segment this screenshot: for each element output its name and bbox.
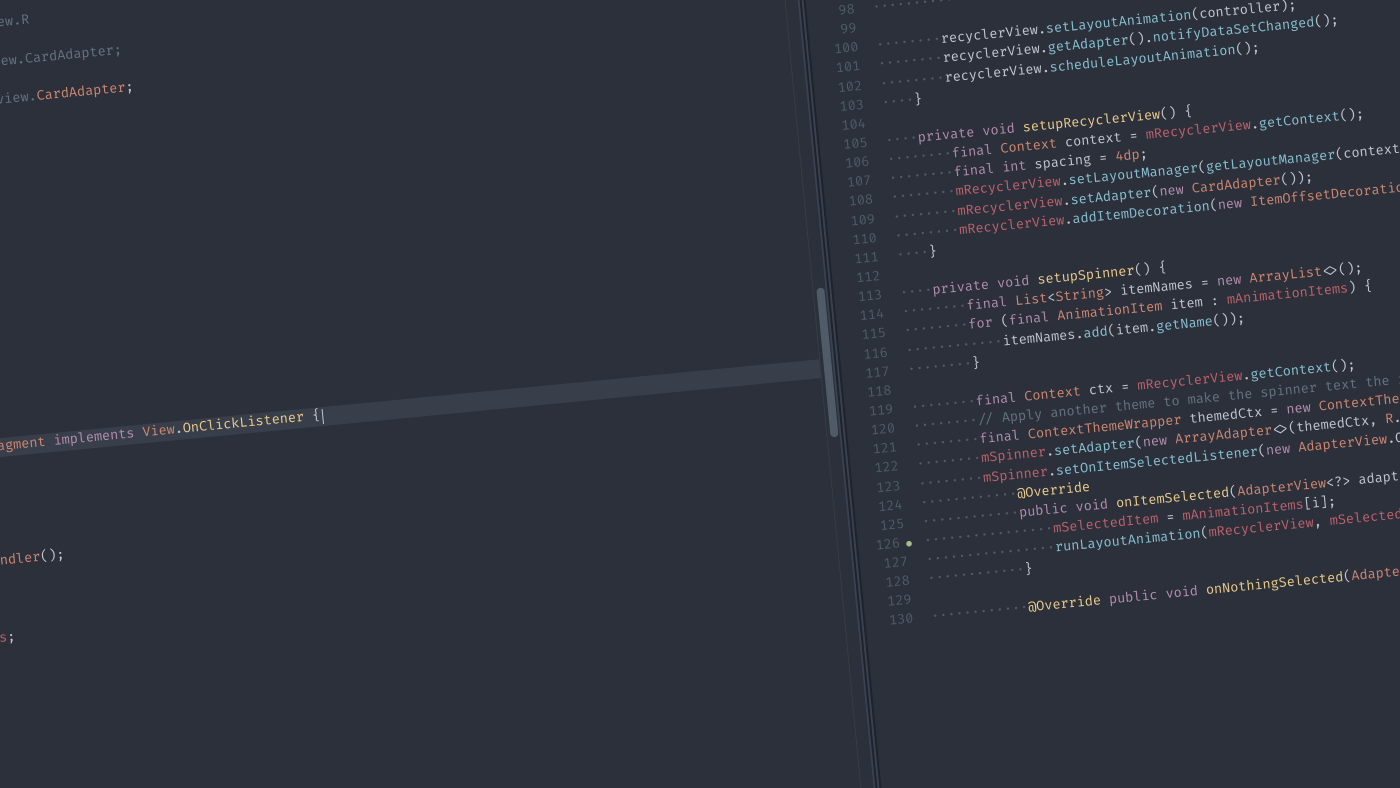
line-code: ····}	[890, 244, 938, 264]
import-line: ranimationdemo.recyclerview.R	[0, 13, 30, 51]
line-code: ····}	[875, 92, 923, 112]
left-editor-pane[interactable]: ranimationdemo.recyclerview.R ranimation…	[0, 0, 939, 788]
line-code	[877, 114, 893, 131]
text-cursor	[322, 409, 324, 424]
line-code	[923, 590, 939, 607]
right-editor-pane[interactable]: 91········}92····}93 94····private void …	[791, 0, 1400, 788]
right-code-area[interactable]: 91········}92····}93 94····private void …	[793, 0, 1400, 635]
editor-stage: ranimationdemo.recyclerview.R ranimation…	[0, 0, 1400, 788]
import-line: eranimationdemo.recyclerview.	[0, 89, 37, 127]
line-code	[892, 266, 908, 283]
import-class: CardAdapter	[36, 80, 126, 104]
line-code	[868, 19, 884, 36]
line-code	[903, 381, 919, 398]
